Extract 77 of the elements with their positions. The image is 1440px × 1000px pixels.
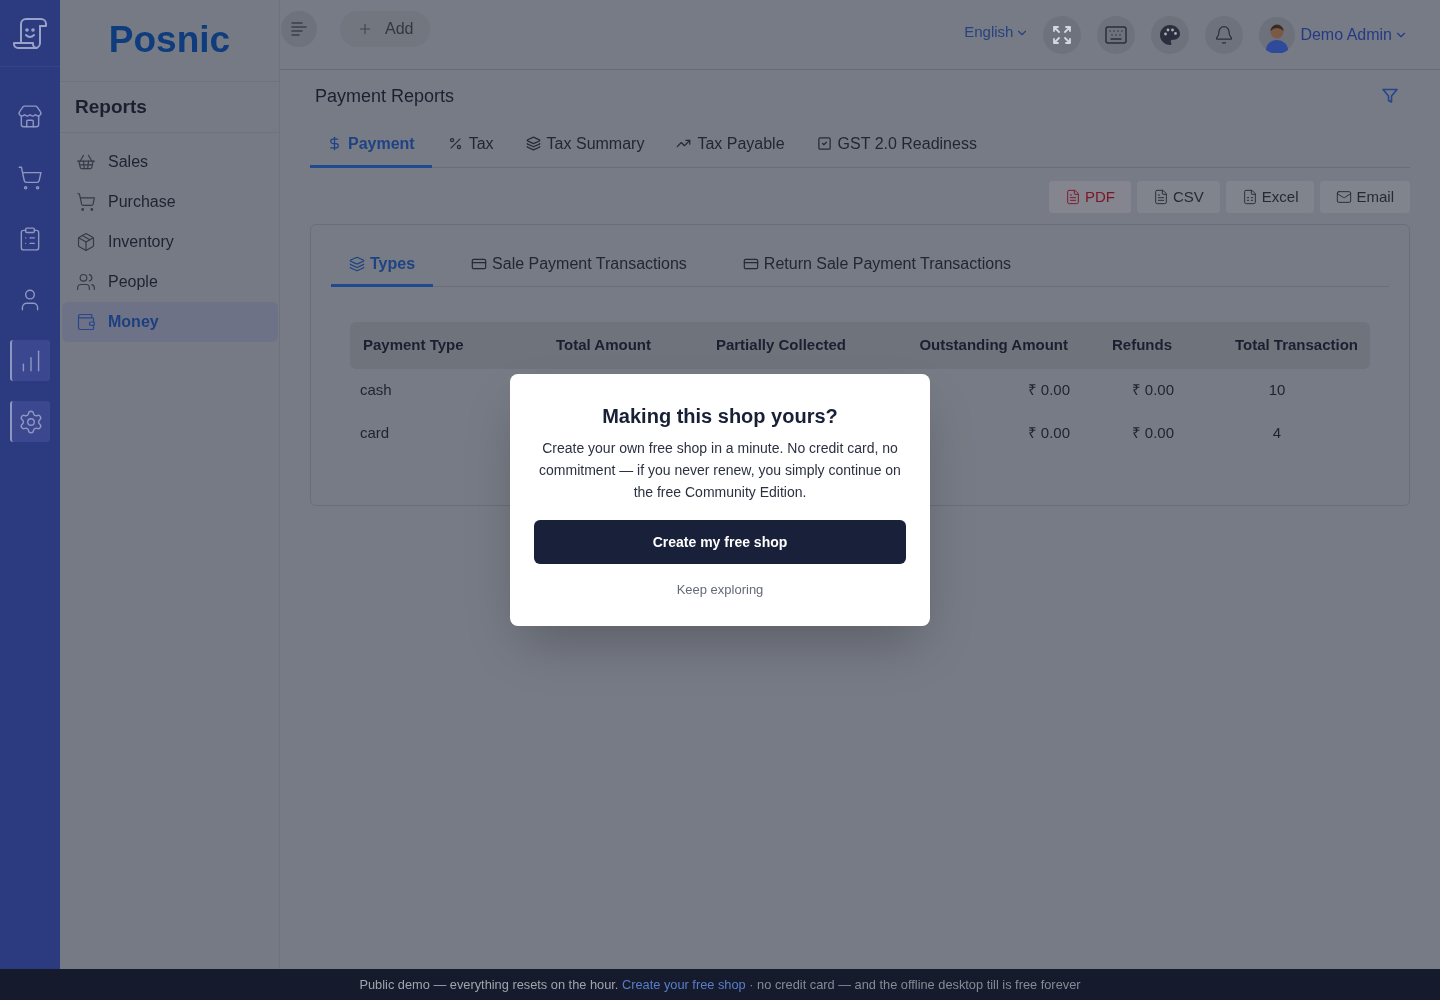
cart-icon bbox=[76, 192, 96, 212]
sidebar-toggle-button[interactable] bbox=[281, 11, 317, 47]
dialog-title: Making this shop yours? bbox=[602, 404, 838, 429]
dollar-icon bbox=[327, 136, 342, 151]
card-icon bbox=[471, 256, 488, 272]
basket-icon bbox=[76, 152, 96, 172]
pdf-export-button[interactable]: PDF bbox=[1048, 181, 1131, 213]
notifications-button[interactable] bbox=[1205, 15, 1244, 54]
package-icon bbox=[76, 232, 96, 252]
report-subtab[interactable]: Return Sale Payment Transactions bbox=[724, 244, 1030, 287]
settings-icon bbox=[18, 408, 44, 435]
users-icon bbox=[76, 272, 96, 292]
mail-icon bbox=[1336, 189, 1353, 205]
palette-icon bbox=[1160, 24, 1181, 45]
pdf-file-icon bbox=[1064, 189, 1081, 205]
language-selector[interactable]: English bbox=[964, 21, 1030, 44]
column-header: Total Transaction bbox=[1233, 335, 1359, 356]
wallet-icon bbox=[76, 312, 96, 332]
report-tab[interactable]: Tax bbox=[431, 122, 510, 168]
file-icon bbox=[1152, 189, 1169, 205]
filter-icon[interactable] bbox=[1382, 88, 1398, 104]
user-menu[interactable]: Demo Admin bbox=[1300, 22, 1408, 47]
column-header: Outstanding Amount bbox=[918, 335, 1069, 356]
menu-icon bbox=[291, 22, 307, 36]
card-icon bbox=[742, 256, 759, 272]
column-header: Total Amount bbox=[555, 335, 652, 356]
add-button[interactable]: Add bbox=[340, 11, 431, 47]
sidebar-item[interactable]: Inventory bbox=[62, 222, 278, 262]
demo-notice: Public demo — everything resets on the hour. Create your free shop · no credit card — and the offline desktop till is free forever bbox=[359, 975, 1081, 994]
brand-logo: Posnic bbox=[108, 21, 231, 60]
cart-icon bbox=[17, 164, 43, 191]
create-shop-button[interactable]: Create my free shop bbox=[534, 520, 906, 564]
fullscreen-button[interactable] bbox=[1043, 15, 1082, 54]
signup-link[interactable]: Create your free shop bbox=[621, 976, 746, 992]
store-icon bbox=[17, 103, 43, 130]
table-cell-text: ₹ 0.00 bbox=[1130, 423, 1175, 444]
table-cell-text: ₹ 0.00 bbox=[1026, 423, 1071, 444]
sidebar-item[interactable]: Money bbox=[62, 302, 278, 342]
spreadsheet-icon bbox=[1241, 189, 1258, 205]
page-title: Payment Reports bbox=[315, 84, 455, 108]
table-cell-text: 10 bbox=[1267, 380, 1287, 401]
plus-icon bbox=[357, 21, 373, 37]
table-cell-text: card bbox=[359, 423, 391, 444]
scroll-logo-icon bbox=[12, 17, 48, 49]
keep-exploring-link[interactable]: Keep exploring bbox=[676, 580, 764, 600]
theme-button[interactable] bbox=[1151, 15, 1190, 54]
report-subtab[interactable]: Types bbox=[331, 244, 434, 287]
fullscreen-icon bbox=[1053, 25, 1072, 44]
report-tab[interactable]: Payment bbox=[310, 122, 432, 168]
table-cell-text: ₹ 0.00 bbox=[1026, 380, 1071, 401]
table-cell-text: ₹ 0.00 bbox=[1130, 380, 1175, 401]
section-heading: Reports bbox=[75, 94, 147, 119]
settings-nav-button[interactable] bbox=[10, 401, 50, 442]
column-header: Payment Type bbox=[362, 335, 465, 356]
bell-icon bbox=[1214, 24, 1235, 45]
avatar-icon[interactable] bbox=[1259, 16, 1296, 53]
reports-nav-button[interactable] bbox=[10, 340, 50, 381]
layers-icon bbox=[349, 256, 365, 272]
email-button[interactable]: Email bbox=[1320, 181, 1410, 213]
report-tab[interactable]: GST 2.0 Readiness bbox=[800, 122, 993, 168]
table-cell-text: 4 bbox=[1271, 423, 1283, 444]
report-tab[interactable]: Tax Payable bbox=[660, 122, 801, 168]
report-tab[interactable]: Tax Summary bbox=[509, 122, 661, 168]
excel-export-button[interactable]: Excel bbox=[1225, 181, 1315, 213]
csv-export-button[interactable]: CSV bbox=[1136, 181, 1220, 213]
sidebar-item[interactable]: Sales bbox=[62, 142, 278, 182]
keyboard-button[interactable] bbox=[1097, 15, 1136, 54]
check-square-icon bbox=[816, 136, 832, 151]
sidebar-item[interactable]: People bbox=[62, 262, 278, 302]
column-header: Partially Collected bbox=[714, 335, 847, 356]
sidebar-item[interactable]: Purchase bbox=[62, 182, 278, 222]
percent-icon bbox=[447, 136, 463, 151]
layers-icon bbox=[525, 136, 541, 151]
table-cell-text: cash bbox=[359, 380, 393, 401]
column-header: Refunds bbox=[1111, 335, 1173, 356]
dialog-message: Create your own free shop in a minute. No credit card, no commitment — if you never renew, you simply continue on the free Community Edition. bbox=[538, 439, 902, 502]
report-subtab[interactable]: Sale Payment Transactions bbox=[453, 244, 705, 287]
